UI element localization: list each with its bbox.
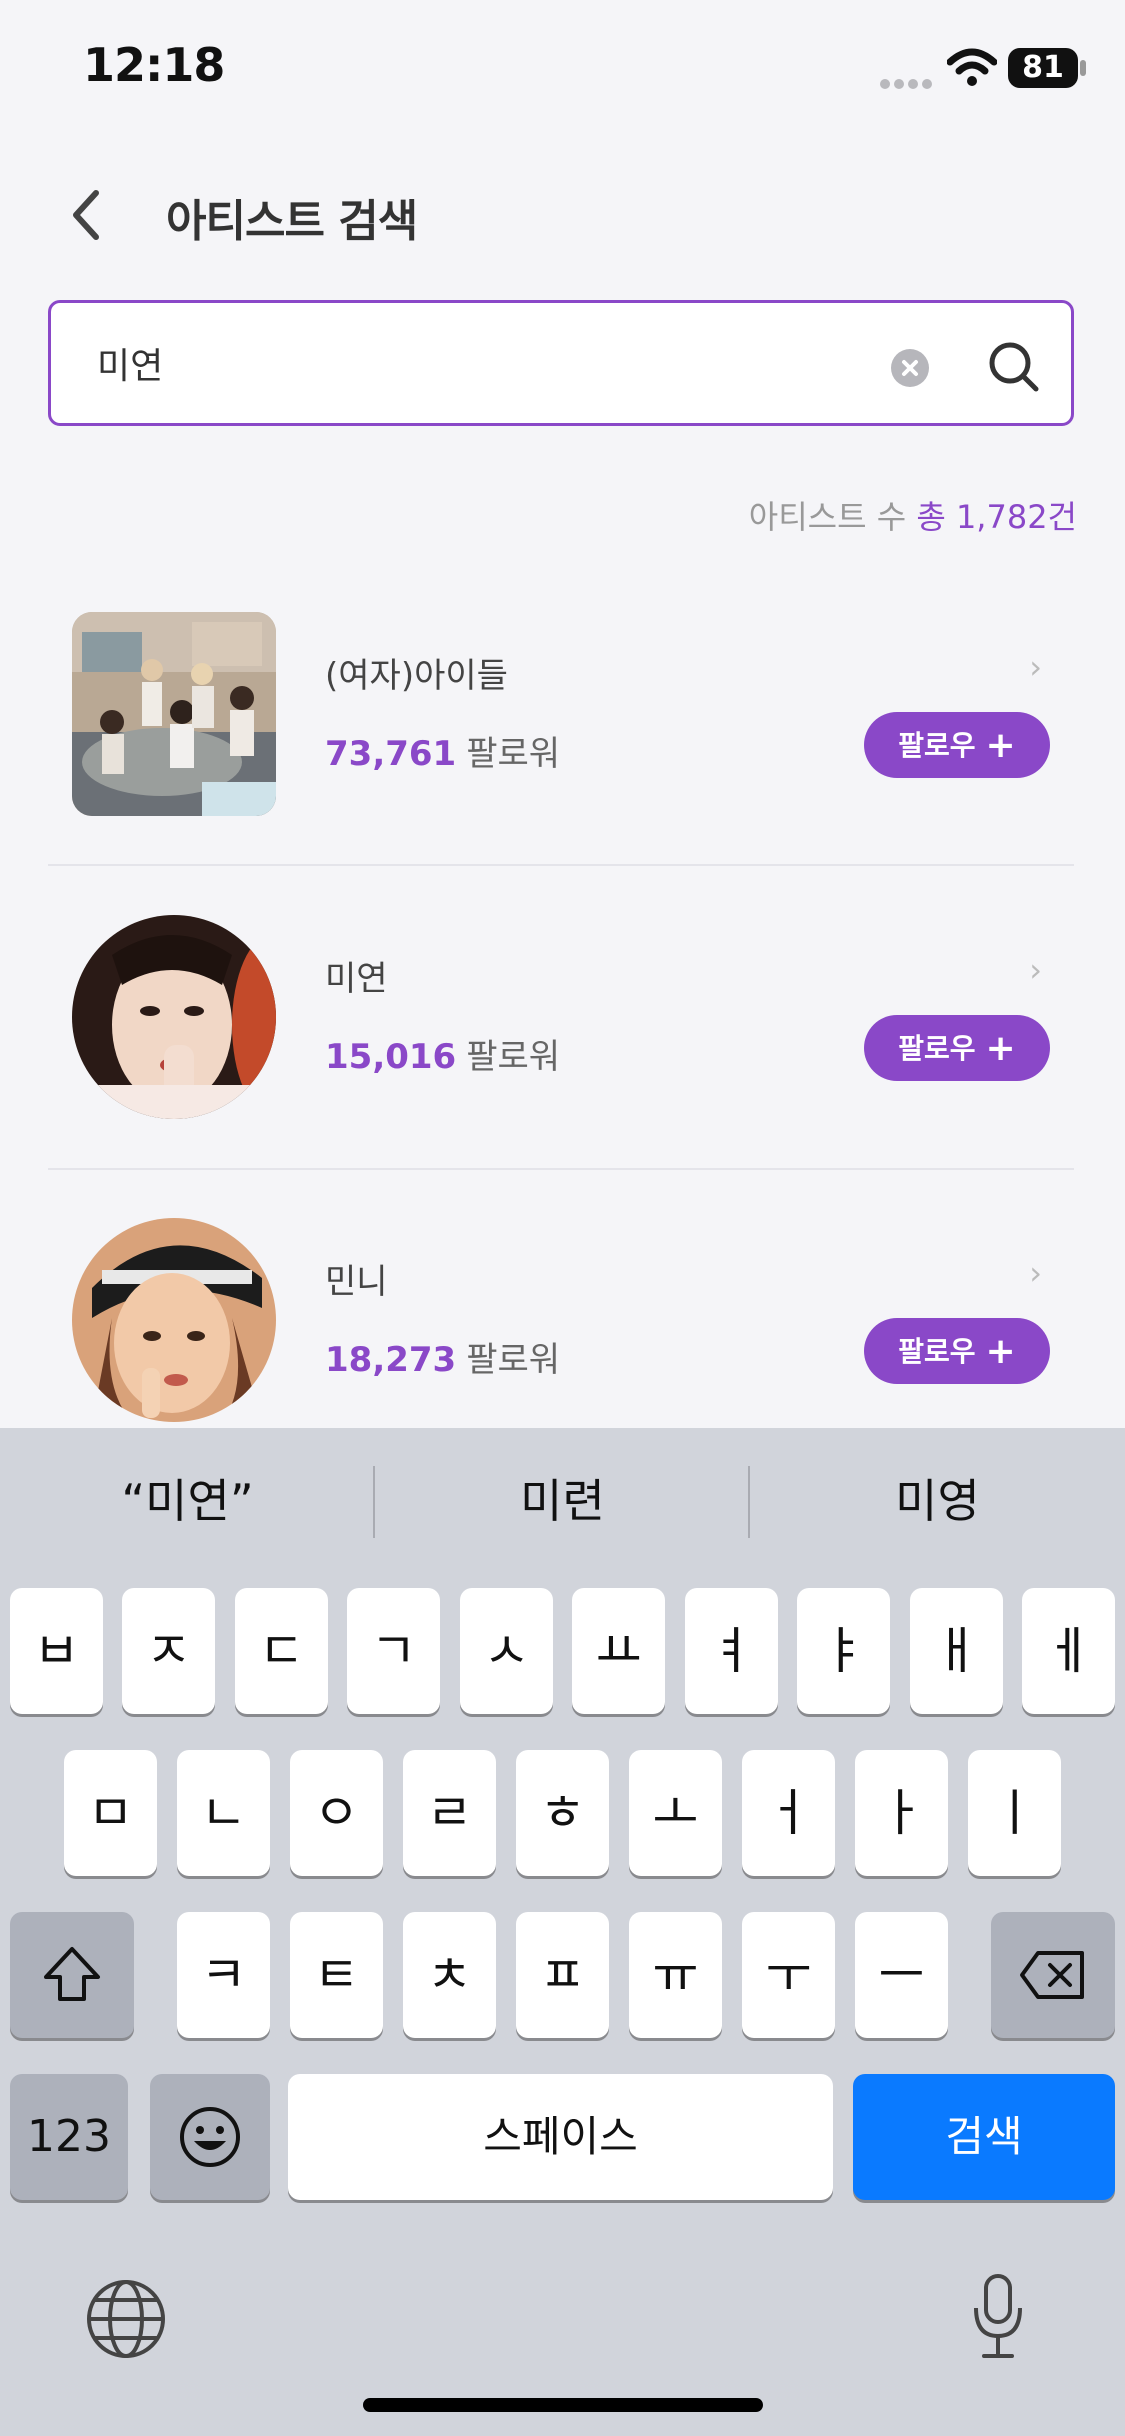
key[interactable]: ㅇ [290,1750,383,1876]
key[interactable]: ㅈ [122,1588,215,1714]
key[interactable]: ㅎ [516,1750,609,1876]
emoji-icon [180,2107,240,2167]
artist-photo [72,612,276,816]
follower-label: 팔로워 [466,734,561,774]
key[interactable]: ㅜ [742,1912,835,2038]
divider [48,864,1074,866]
key[interactable]: ㅠ [629,1912,722,2038]
key[interactable]: ㅗ [629,1750,722,1876]
key[interactable]: ㅡ [855,1912,948,2038]
search-key[interactable]: 검색 [853,2074,1115,2200]
search-icon [989,342,1039,392]
plus-icon: + [985,1331,1016,1372]
key[interactable]: ㄱ [347,1588,440,1714]
chevron-left-icon [73,190,99,240]
list-item[interactable]: (여자)아이들 › 73,761 팔로워 팔로우 + [48,612,1074,912]
suggestion-item[interactable]: “미연” [0,1428,375,1574]
follower-number: 73,761 [325,734,457,774]
status-bar: 12:18 81 [0,0,1125,140]
numbers-key[interactable]: 123 [10,2074,128,2200]
key[interactable]: ㅓ [742,1750,835,1876]
suggestion-item[interactable]: 미련 [375,1428,750,1574]
result-count-prefix: 아티스트 수 [748,498,907,536]
key[interactable]: ㅅ [460,1588,553,1714]
key[interactable]: ㄴ [177,1750,270,1876]
artist-photo [72,915,276,1119]
key[interactable]: ㅁ [64,1750,157,1876]
keyboard: “미연” 미련 미영 ㅂ ㅈ ㄷ ㄱ ㅅ ㅛ ㅕ ㅑ ㅐ ㅔ ㅁ ㄴ ㅇ ㄹ ㅎ… [0,1428,1125,2436]
back-button[interactable] [60,185,110,245]
key[interactable]: ㅊ [403,1912,496,2038]
follower-label: 팔로워 [466,1037,561,1077]
home-indicator [363,2398,763,2412]
follow-button-label: 팔로우 [898,1032,976,1065]
divider [48,1168,1074,1170]
microphone-icon[interactable] [970,2272,1026,2362]
key[interactable]: ㄹ [403,1750,496,1876]
follower-count: 73,761 팔로워 [325,726,560,775]
key[interactable]: ㄷ [235,1588,328,1714]
key[interactable]: ㅍ [516,1912,609,2038]
space-key[interactable]: 스페이스 [288,2074,833,2200]
key[interactable]: ㅑ [797,1588,890,1714]
key[interactable]: ㅐ [910,1588,1003,1714]
chevron-right-icon: › [1029,951,1042,989]
follow-button-label: 팔로우 [898,1335,976,1368]
key[interactable]: ㅣ [968,1750,1061,1876]
key[interactable]: ㅏ [855,1750,948,1876]
suggestion-item[interactable]: 미영 [750,1428,1125,1574]
cellular-signal-icon [880,74,936,89]
key[interactable]: ㅛ [572,1588,665,1714]
status-time: 12:18 [83,38,225,92]
close-icon [902,360,918,376]
backspace-icon [1020,1951,1084,1999]
page-title: 아티스트 검색 [166,196,418,247]
key[interactable]: ㅕ [685,1588,778,1714]
follow-button-label: 팔로우 [898,729,976,762]
chevron-right-icon: › [1029,1254,1042,1292]
wifi-icon [947,48,997,86]
artist-photo [72,1218,276,1422]
result-count-total: 총 1,782건 [916,498,1077,536]
battery-indicator: 81 [1008,48,1078,88]
search-box[interactable] [48,300,1074,426]
follower-label: 팔로워 [466,1340,561,1380]
plus-icon: + [985,725,1016,766]
battery-tip [1080,60,1086,76]
artist-name: 미연 [325,959,388,999]
follow-button[interactable]: 팔로우 + [864,712,1050,778]
follower-count: 18,273 팔로워 [325,1332,560,1381]
follower-count: 15,016 팔로워 [325,1029,560,1078]
follower-number: 18,273 [325,1340,457,1380]
result-count: 아티스트 수 총 1,782건 [749,492,1077,538]
key[interactable]: ㅌ [290,1912,383,2038]
artist-name: 민니 [325,1262,388,1302]
clear-search-button[interactable] [891,349,929,387]
follow-button[interactable]: 팔로우 + [864,1318,1050,1384]
search-button[interactable] [986,339,1042,395]
delete-key[interactable] [991,1912,1115,2038]
follow-button[interactable]: 팔로우 + [864,1015,1050,1081]
list-item[interactable]: 미연 › 15,016 팔로워 팔로우 + [48,915,1074,1215]
emoji-key[interactable] [150,2074,270,2200]
search-input[interactable] [97,333,857,393]
chevron-right-icon: › [1029,648,1042,686]
key[interactable]: ㅂ [10,1588,103,1714]
shift-icon [44,1947,100,2001]
plus-icon: + [985,1028,1016,1069]
globe-icon[interactable] [85,2278,167,2360]
key[interactable]: ㅋ [177,1912,270,2038]
key[interactable]: ㅔ [1022,1588,1115,1714]
shift-key[interactable] [10,1912,134,2038]
artist-name: (여자)아이들 [325,656,508,696]
follower-number: 15,016 [325,1037,457,1077]
